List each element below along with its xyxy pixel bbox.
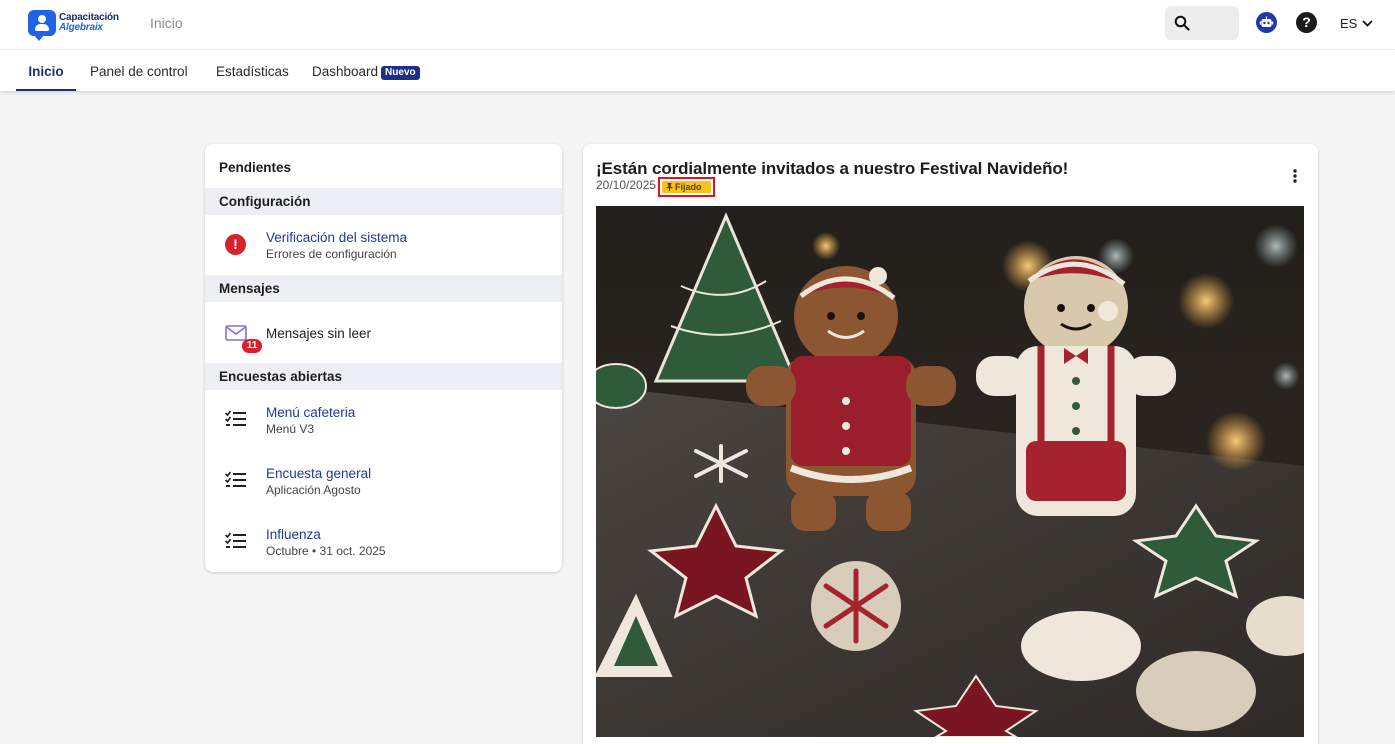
checklist-icon	[225, 471, 246, 487]
top-bar: Capacitación Algebraix Inicio ? ES	[0, 0, 1395, 50]
breadcrumb[interactable]: Inicio	[150, 15, 183, 31]
checklist-icon	[225, 410, 246, 426]
list-item-survey[interactable]: Influenza Octubre • 31 oct. 2025	[205, 512, 562, 572]
logo-line-2: Algebraix	[59, 22, 103, 33]
pinned-badge-highlight: Fijado	[658, 177, 715, 197]
logo-icon	[28, 10, 56, 41]
list-item-mensajes[interactable]: 11 Mensajes sin leer	[205, 302, 562, 362]
pinned-badge: Fijado	[662, 181, 711, 193]
pin-icon	[666, 183, 673, 191]
search-button[interactable]	[1165, 6, 1239, 40]
app-logo[interactable]: Capacitación Algebraix	[28, 10, 119, 41]
tab-inicio[interactable]: Inicio	[16, 50, 76, 91]
post-title[interactable]: ¡Están cordialmente invitados a nuestro …	[596, 159, 1068, 179]
language-selector[interactable]: ES	[1340, 16, 1373, 31]
tab-dashboard[interactable]: Dashboard Nuevo	[312, 50, 420, 91]
language-label: ES	[1340, 16, 1358, 31]
pending-title: Pendientes	[219, 160, 292, 175]
mail-icon	[225, 325, 247, 341]
photo	[596, 206, 1304, 737]
search-icon	[1174, 15, 1190, 31]
tab-panel-de-control[interactable]: Panel de control	[90, 50, 188, 91]
list-item-verificacion[interactable]: ! Verificación del sistema Errores de co…	[205, 215, 562, 275]
assistant-button[interactable]	[1256, 12, 1277, 33]
more-options-icon[interactable]	[1288, 168, 1302, 184]
robot-icon	[1259, 16, 1274, 27]
post-image[interactable]	[596, 206, 1304, 737]
main-nav: Inicio Panel de control Estadísticas Das…	[0, 50, 1395, 91]
new-badge: Nuevo	[381, 66, 420, 80]
help-button[interactable]: ?	[1296, 12, 1317, 33]
list-item-survey[interactable]: Menú cafeteria Menú V3	[205, 390, 562, 451]
list-item-survey[interactable]: Encuesta general Aplicación Agosto	[205, 451, 562, 512]
chevron-down-icon	[1362, 20, 1373, 27]
announcement-card: ¡Están cordialmente invitados a nuestro …	[583, 144, 1318, 744]
section-configuracion: Configuración	[205, 188, 562, 215]
section-encuestas: Encuestas abiertas	[205, 363, 562, 390]
section-mensajes: Mensajes	[205, 275, 562, 302]
post-date: 20/10/2025	[596, 178, 657, 192]
unread-count-badge: 11	[242, 339, 262, 353]
pending-card: Pendientes Configuración ! Verificación …	[205, 144, 562, 572]
error-icon: !	[225, 234, 246, 255]
checklist-icon	[225, 532, 246, 548]
tab-estadisticas[interactable]: Estadísticas	[216, 50, 289, 91]
